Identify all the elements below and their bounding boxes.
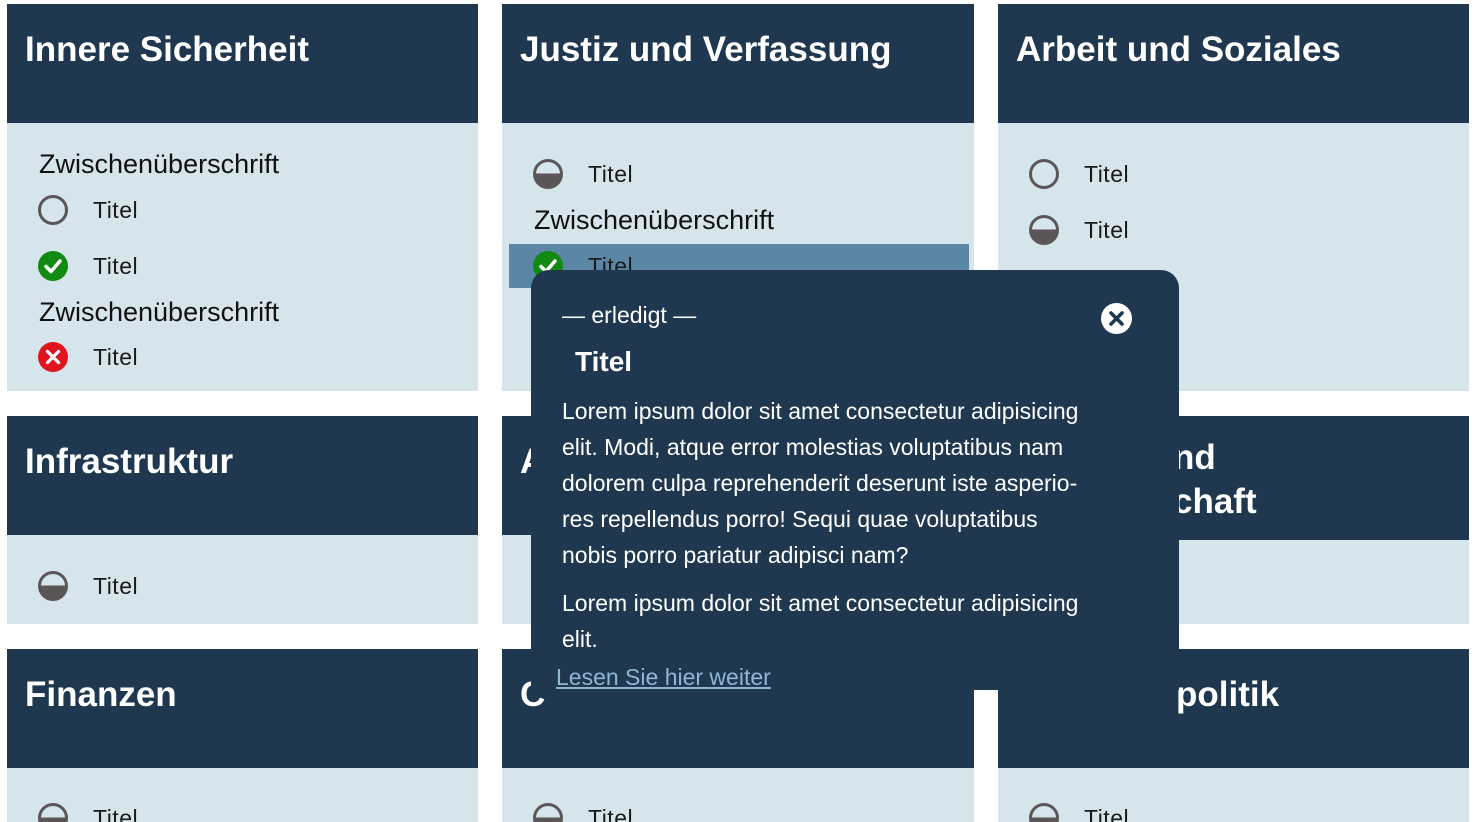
text-line: elit. xyxy=(562,626,598,652)
list-item[interactable]: Titel xyxy=(38,341,478,373)
subheading: Zwischenüberschrift xyxy=(39,297,280,327)
text-line: nobis porro pariatur adipisci nam? xyxy=(562,542,909,568)
list-item[interactable]: Titel xyxy=(533,802,973,822)
card-infrastruktur: Infrastruktur Titel xyxy=(7,416,478,624)
card-title-line: chaft xyxy=(1173,482,1257,521)
status-in-progress-icon xyxy=(38,803,68,822)
status-in-progress-icon xyxy=(38,571,68,601)
popup-status-label: — erledigt — xyxy=(562,302,697,328)
text-line: Lorem ipsum dolor sit amet consectetur a… xyxy=(562,398,1079,424)
close-icon[interactable] xyxy=(1101,303,1132,334)
status-in-progress-icon xyxy=(533,803,563,822)
popup-paragraph-2: Lorem ipsum dolor sit amet consectetur a… xyxy=(562,585,1122,657)
text-line: elit. Modi, atque error molestias volupt… xyxy=(562,434,1064,460)
card-innere-sicherheit: Innere Sicherheit Zwischenüberschrift Ti… xyxy=(7,4,478,391)
card-title: Arbeit und Soziales xyxy=(998,4,1469,123)
item-label: Titel xyxy=(93,343,139,370)
item-label: Titel xyxy=(588,160,634,187)
item-label: Titel xyxy=(1084,804,1130,822)
status-done-icon xyxy=(38,251,68,281)
card-title: Justiz und Verfassung xyxy=(502,4,974,123)
card-title: Innere Sicherheit xyxy=(7,4,478,123)
popup-title: Titel xyxy=(575,346,633,377)
status-in-progress-icon xyxy=(1029,215,1059,245)
list-item[interactable]: Titel xyxy=(1029,802,1469,822)
detail-popup: — erledigt — Titel Lorem ipsum dolor sit… xyxy=(531,270,1179,690)
item-label: Titel xyxy=(93,252,139,279)
status-in-progress-icon xyxy=(1029,803,1059,822)
item-label: Titel xyxy=(93,196,139,223)
item-label: Titel xyxy=(93,572,139,599)
text-line: dolorem culpa reprehenderit deserunt ist… xyxy=(562,470,1078,496)
popup-paragraph-1: Lorem ipsum dolor sit amet consectetur a… xyxy=(562,393,1122,573)
card-title: Infrastruktur xyxy=(7,416,478,535)
status-in-progress-icon xyxy=(533,159,563,189)
card-title-line: nd xyxy=(1173,438,1216,477)
subheading: Zwischenüberschrift xyxy=(39,149,280,179)
text-line: Lorem ipsum dolor sit amet consectetur a… xyxy=(562,590,1079,616)
list-item[interactable]: Titel xyxy=(38,802,478,822)
item-label: Titel xyxy=(588,804,634,822)
item-label: Titel xyxy=(93,804,139,822)
status-failed-icon xyxy=(38,342,68,372)
subheading: Zwischenüberschrift xyxy=(534,205,775,235)
status-open-icon xyxy=(38,195,68,225)
card-finanzen: Finanzen Titel xyxy=(7,649,478,822)
read-more-link[interactable]: Lesen Sie hier weiter xyxy=(556,664,771,691)
list-item[interactable]: Titel xyxy=(38,250,478,282)
list-item[interactable]: Titel xyxy=(1029,214,1469,246)
card-title: Finanzen xyxy=(7,649,478,768)
list-item[interactable]: Titel xyxy=(1029,158,1469,190)
status-open-icon xyxy=(1029,159,1059,189)
list-item[interactable]: Titel xyxy=(38,194,478,226)
item-label: Titel xyxy=(1084,160,1130,187)
item-label: Titel xyxy=(1084,216,1130,243)
list-item[interactable]: Titel xyxy=(533,158,973,190)
list-item[interactable]: Titel xyxy=(38,570,478,602)
text-line: res repellendus porro! Sequi quae volupt… xyxy=(562,506,1038,532)
